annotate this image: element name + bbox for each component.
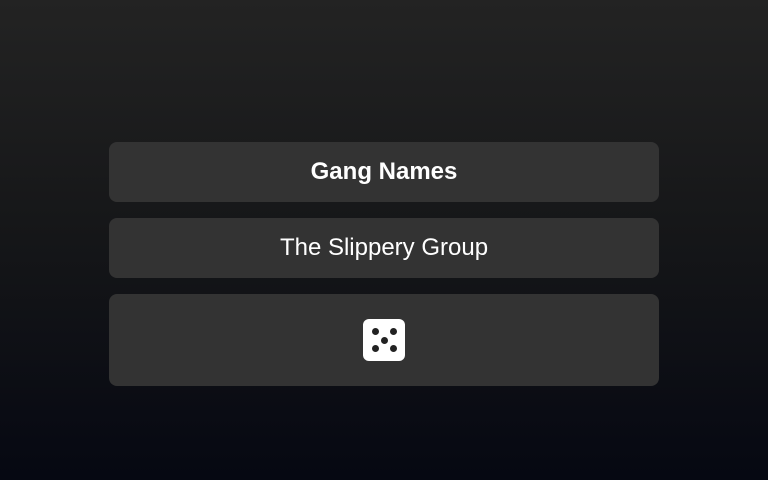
dice-pip xyxy=(381,336,388,344)
page-title: Gang Names xyxy=(310,158,458,185)
dice-pip xyxy=(390,345,397,352)
dice-five-icon[interactable] xyxy=(363,319,405,361)
dice-pip xyxy=(372,328,379,335)
roll-button[interactable] xyxy=(109,294,659,386)
result-panel: The Slippery Group xyxy=(109,218,659,278)
generated-name: The Slippery Group xyxy=(279,234,489,261)
dice-pip xyxy=(390,328,397,335)
title-panel: Gang Names xyxy=(109,142,659,202)
dice-pip xyxy=(372,345,379,352)
